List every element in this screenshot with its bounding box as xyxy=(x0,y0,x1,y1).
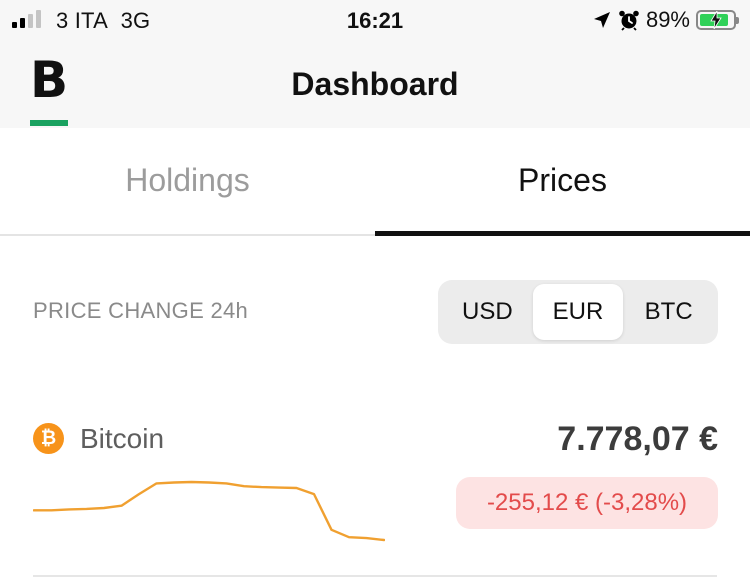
coin-name[interactable]: Bitcoin xyxy=(80,423,164,455)
tab-bar: Holdings Prices xyxy=(0,128,750,236)
currency-selector: USD EUR BTC xyxy=(438,280,718,344)
status-right: 89% xyxy=(592,7,739,33)
logo-accent-bar xyxy=(30,120,68,126)
tab-prices[interactable]: Prices xyxy=(375,128,750,236)
location-arrow-icon xyxy=(593,12,610,28)
status-bar: 3 ITA 3G 16:21 89% xyxy=(0,0,750,40)
app-header: B Dashboard xyxy=(0,40,750,128)
tab-holdings[interactable]: Holdings xyxy=(0,128,375,234)
price-change-badge: -255,12 € (-3,28%) xyxy=(456,477,718,529)
price-sparkline xyxy=(33,480,385,542)
currency-btc-button[interactable]: BTC xyxy=(623,284,714,340)
currency-eur-button[interactable]: EUR xyxy=(532,284,624,340)
price-change-label: PRICE CHANGE 24h xyxy=(33,298,249,323)
battery-icon xyxy=(696,10,739,30)
page-title: Dashboard xyxy=(291,66,459,102)
sparkline-line xyxy=(33,480,385,542)
coin-price: 7.778,07 € xyxy=(557,420,718,458)
row-divider xyxy=(33,575,717,577)
alarm-clock-icon xyxy=(619,10,639,31)
charging-bolt-icon xyxy=(710,11,722,29)
bitcoin-icon: ₿ xyxy=(33,423,64,454)
battery-percentage: 89% xyxy=(645,7,690,32)
currency-usd-button[interactable]: USD xyxy=(442,284,533,340)
